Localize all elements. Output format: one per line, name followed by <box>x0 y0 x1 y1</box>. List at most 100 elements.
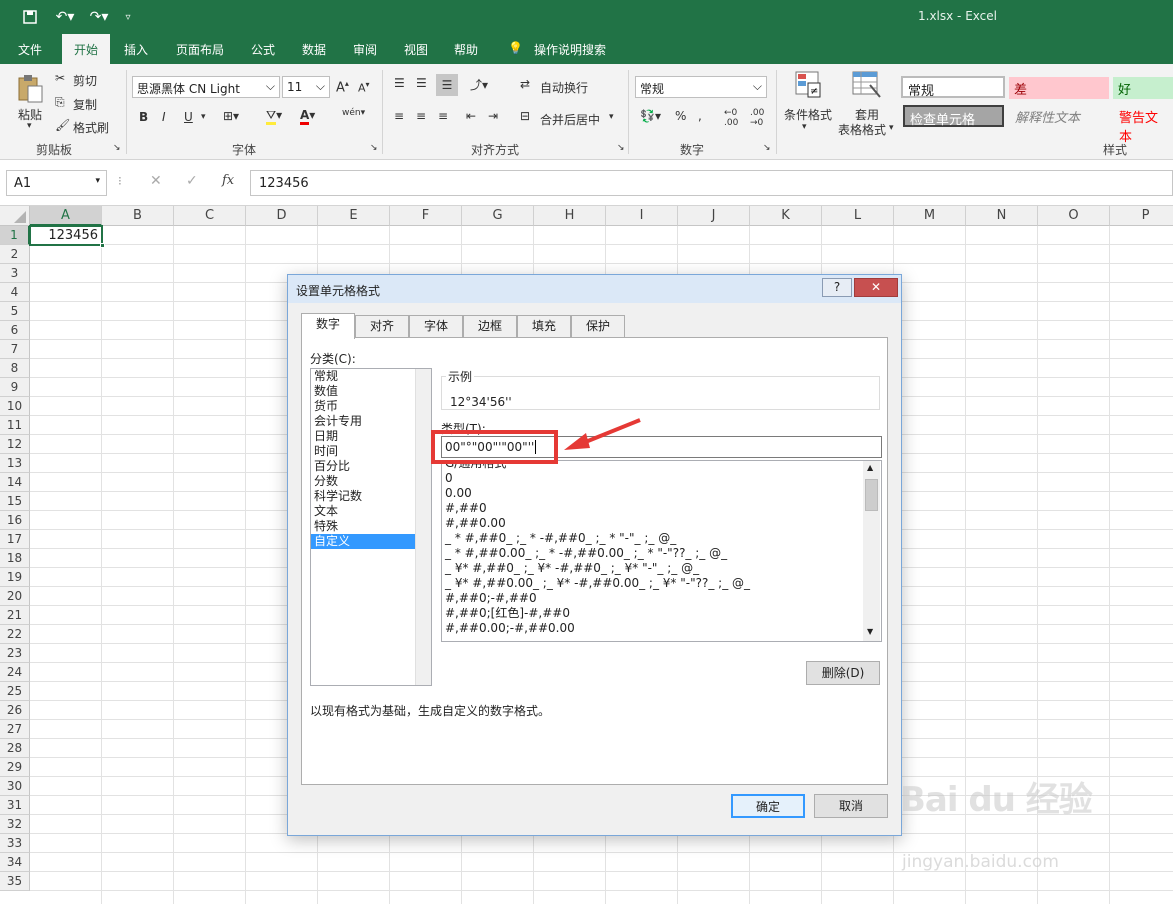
row-header-18[interactable]: 18 <box>0 549 30 568</box>
scrollbar-thumb[interactable] <box>865 479 878 511</box>
decrease-font-icon[interactable]: A▾ <box>358 80 370 95</box>
row-header-33[interactable]: 33 <box>0 834 30 853</box>
row-header-13[interactable]: 13 <box>0 454 30 473</box>
tell-me-search[interactable]: 操作说明搜索 <box>534 41 606 58</box>
row-header-4[interactable]: 4 <box>0 283 30 302</box>
row-header-29[interactable]: 29 <box>0 758 30 777</box>
row-header-22[interactable]: 22 <box>0 625 30 644</box>
name-box[interactable]: A1 ▾ <box>6 170 107 196</box>
format-as-table-dropdown-icon[interactable]: ▾ <box>889 123 894 133</box>
column-header-k[interactable]: K <box>750 206 822 226</box>
align-middle-icon[interactable]: ☰ <box>416 76 427 90</box>
format-painter-icon[interactable]: 🖌 <box>55 118 70 132</box>
column-header-d[interactable]: D <box>246 206 318 226</box>
category-item[interactable]: 自定义 <box>311 534 415 549</box>
format-item[interactable]: #,##0 <box>442 501 881 516</box>
conditional-formatting-icon[interactable]: ≠ <box>795 71 823 104</box>
format-item[interactable]: #,##0;-#,##0 <box>442 591 881 606</box>
category-item[interactable]: 科学记数 <box>311 489 415 504</box>
copy-icon[interactable]: ⎘ <box>55 95 65 110</box>
cancel-icon[interactable]: ✕ <box>150 173 162 189</box>
column-header-p[interactable]: P <box>1110 206 1173 226</box>
clipboard-launcher-icon[interactable]: ↘ <box>113 143 121 153</box>
row-header-12[interactable]: 12 <box>0 435 30 454</box>
row-header-19[interactable]: 19 <box>0 568 30 587</box>
align-center-icon[interactable]: ≡ <box>416 109 426 123</box>
row-header-9[interactable]: 9 <box>0 378 30 397</box>
number-format-combo[interactable]: 常规 ⌵ <box>635 76 767 98</box>
customize-qat-icon[interactable]: ▿ <box>120 7 136 27</box>
category-item[interactable]: 分数 <box>311 474 415 489</box>
font-name-combo[interactable]: 思源黑体 CN Light ⌵ <box>132 76 280 98</box>
style-bad[interactable]: 差 <box>1009 77 1109 99</box>
row-header-23[interactable]: 23 <box>0 644 30 663</box>
fill-handle[interactable] <box>100 243 105 248</box>
alignment-launcher-icon[interactable]: ↘ <box>617 143 625 153</box>
cell-a1[interactable]: 123456 <box>29 225 103 246</box>
format-list[interactable]: G/通用格式 0 0.00 #,##0 #,##0.00 _ * #,##0_ ;_ * … <box>441 460 882 642</box>
tab-page-layout[interactable]: 页面布局 <box>176 41 224 58</box>
tab-home[interactable]: 开始 <box>62 34 110 64</box>
column-header-f[interactable]: F <box>390 206 462 226</box>
row-header-15[interactable]: 15 <box>0 492 30 511</box>
delete-button[interactable]: 删除(D) <box>806 661 880 685</box>
border-icon[interactable]: ⊞▾ <box>223 109 239 123</box>
category-item[interactable]: 日期 <box>311 429 415 444</box>
row-header-35[interactable]: 35 <box>0 872 30 891</box>
tab-protection[interactable]: 保护 <box>571 315 625 337</box>
tab-alignment[interactable]: 对齐 <box>355 315 409 337</box>
format-item[interactable]: _ * #,##0.00_ ;_ * -#,##0.00_ ;_ * "-"??… <box>442 546 881 561</box>
column-header-l[interactable]: L <box>822 206 894 226</box>
decrease-decimal-icon[interactable]: .00 →0 <box>750 108 764 128</box>
increase-decimal-icon[interactable]: ←0.00 <box>724 108 738 128</box>
wrap-text-button[interactable]: 自动换行 <box>540 79 588 96</box>
tab-insert[interactable]: 插入 <box>124 41 148 58</box>
fill-color-icon[interactable]: ⛛▾ <box>266 108 282 125</box>
row-header-7[interactable]: 7 <box>0 340 30 359</box>
conditional-formatting-button[interactable]: 条件格式 <box>784 106 832 123</box>
tab-data[interactable]: 数据 <box>302 41 326 58</box>
align-top-icon[interactable]: ☰ <box>394 76 405 90</box>
column-header-a[interactable]: A <box>30 206 102 226</box>
italic-button[interactable]: I <box>162 110 166 124</box>
tab-view[interactable]: 视图 <box>404 41 428 58</box>
format-item[interactable]: _ ¥* #,##0_ ;_ ¥* -#,##0_ ;_ ¥* "-"_ ;_ … <box>442 561 881 576</box>
tab-review[interactable]: 审阅 <box>353 41 377 58</box>
tab-number[interactable]: 数字 <box>301 313 355 339</box>
close-button[interactable]: ✕ <box>854 278 898 297</box>
column-header-e[interactable]: E <box>318 206 390 226</box>
category-item[interactable]: 货币 <box>311 399 415 414</box>
row-header-20[interactable]: 20 <box>0 587 30 606</box>
style-warning[interactable]: 警告文本 <box>1114 105 1173 145</box>
row-header-1[interactable]: 1 <box>0 226 30 245</box>
row-header-2[interactable]: 2 <box>0 245 30 264</box>
category-scrollbar[interactable] <box>415 369 431 685</box>
insert-function-icon[interactable]: fx <box>222 173 234 188</box>
format-item[interactable]: _ * #,##0_ ;_ * -#,##0_ ;_ * "-"_ ;_ @_ <box>442 531 881 546</box>
underline-dropdown-icon[interactable]: ▾ <box>201 112 206 122</box>
paste-icon[interactable] <box>16 74 44 103</box>
style-explanatory[interactable]: 解释性文本 <box>1010 105 1110 127</box>
bold-button[interactable]: B <box>139 110 148 124</box>
number-launcher-icon[interactable]: ↘ <box>763 143 771 153</box>
align-left-icon[interactable]: ≡ <box>394 109 404 123</box>
column-header-h[interactable]: H <box>534 206 606 226</box>
row-header-14[interactable]: 14 <box>0 473 30 492</box>
row-header-21[interactable]: 21 <box>0 606 30 625</box>
column-header-c[interactable]: C <box>174 206 246 226</box>
decrease-indent-icon[interactable]: ⇤ <box>466 109 476 123</box>
row-header-27[interactable]: 27 <box>0 720 30 739</box>
align-right-icon[interactable]: ≡ <box>438 109 448 123</box>
row-header-25[interactable]: 25 <box>0 682 30 701</box>
cancel-button[interactable]: 取消 <box>814 794 888 818</box>
phonetic-icon[interactable]: wén▾ <box>342 108 365 118</box>
redo-icon[interactable]: ↷▾ <box>86 7 112 27</box>
undo-icon[interactable]: ↶▾ <box>52 7 78 27</box>
row-header-16[interactable]: 16 <box>0 511 30 530</box>
increase-indent-icon[interactable]: ⇥ <box>488 109 498 123</box>
tab-file[interactable]: 文件 <box>18 41 42 58</box>
merge-center-icon[interactable]: ⊟ <box>520 109 530 123</box>
enter-icon[interactable]: ✓ <box>186 173 198 189</box>
format-item[interactable]: #,##0;[红色]-#,##0 <box>442 606 881 621</box>
category-list[interactable]: 常规 数值 货币 会计专用 日期 时间 百分比 分数 科学记数 文本 特殊 自定义 <box>310 368 432 686</box>
